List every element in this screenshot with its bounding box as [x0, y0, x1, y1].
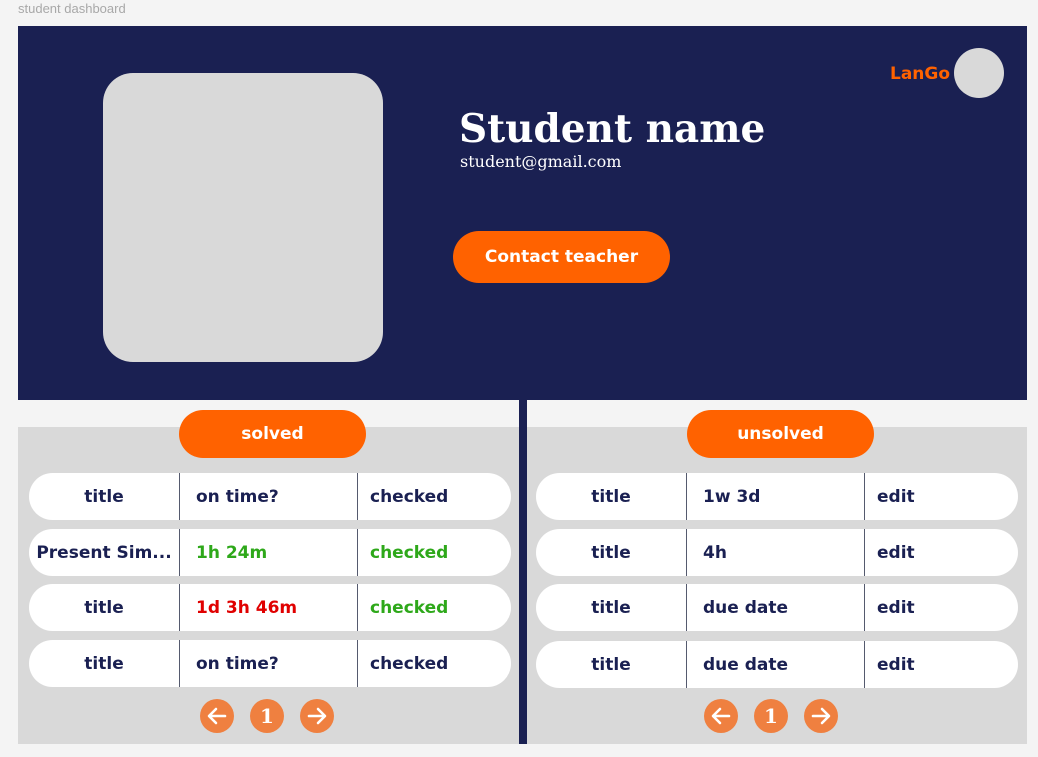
solved-row-checked: checked: [357, 584, 511, 631]
page-number: 1: [260, 704, 274, 728]
avatar[interactable]: [954, 48, 1004, 98]
tab-unsolved[interactable]: unsolved: [687, 410, 874, 458]
unsolved-row[interactable]: title 4h edit: [536, 529, 1018, 576]
solved-row-title: title: [84, 597, 124, 618]
tab-solved[interactable]: solved: [179, 410, 366, 458]
next-page-button[interactable]: [804, 699, 838, 733]
solved-pager: 1: [200, 699, 334, 733]
solved-row-checked: checked: [357, 473, 511, 520]
next-page-button[interactable]: [300, 699, 334, 733]
unsolved-pager: 1: [704, 699, 838, 733]
unsolved-row-title: title: [591, 597, 631, 618]
solved-row-status: on time?: [179, 640, 357, 687]
solved-row-status: on time?: [179, 473, 357, 520]
solved-row-checked: checked: [357, 640, 511, 687]
edit-link[interactable]: edit: [864, 473, 1018, 520]
solved-row-checked: checked: [357, 529, 511, 576]
prev-page-button[interactable]: [704, 699, 738, 733]
unsolved-row-title: title: [591, 654, 631, 675]
arrow-left-icon: [207, 707, 227, 725]
solved-row-title: title: [84, 486, 124, 507]
edit-link[interactable]: edit: [864, 584, 1018, 631]
prev-page-button[interactable]: [200, 699, 234, 733]
unsolved-row-title: title: [591, 542, 631, 563]
arrow-right-icon: [811, 707, 831, 725]
unsolved-row[interactable]: title due date edit: [536, 584, 1018, 631]
arrow-left-icon: [711, 707, 731, 725]
unsolved-row-due: 4h: [686, 529, 864, 576]
student-email: student@gmail.com: [460, 152, 622, 171]
panel-divider: [519, 400, 527, 744]
unsolved-row-title: title: [591, 486, 631, 507]
solved-row-status: 1d 3h 46m: [179, 584, 357, 631]
page-number-button[interactable]: 1: [250, 699, 284, 733]
arrow-right-icon: [307, 707, 327, 725]
edit-link[interactable]: edit: [864, 529, 1018, 576]
unsolved-row[interactable]: title due date edit: [536, 641, 1018, 688]
contact-teacher-button[interactable]: Contact teacher: [453, 231, 670, 283]
solved-row[interactable]: title on time? checked: [29, 640, 511, 687]
brand-logo[interactable]: LanGo: [890, 64, 950, 84]
unsolved-row[interactable]: title 1w 3d edit: [536, 473, 1018, 520]
solved-row[interactable]: Present Sim... 1h 24m checked: [29, 529, 511, 576]
frame-label: student dashboard: [18, 1, 126, 16]
solved-row-status: 1h 24m: [179, 529, 357, 576]
profile-header: LanGo Student name student@gmail.com Con…: [18, 26, 1027, 400]
solved-row-title: Present Sim...: [36, 542, 172, 563]
unsolved-row-due: due date: [686, 641, 864, 688]
unsolved-row-due: due date: [686, 584, 864, 631]
unsolved-row-due: 1w 3d: [686, 473, 864, 520]
page-number: 1: [764, 704, 778, 728]
page-number-button[interactable]: 1: [754, 699, 788, 733]
solved-row[interactable]: title 1d 3h 46m checked: [29, 584, 511, 631]
edit-link[interactable]: edit: [864, 641, 1018, 688]
solved-row-title: title: [84, 653, 124, 674]
solved-row[interactable]: title on time? checked: [29, 473, 511, 520]
profile-photo-placeholder: [103, 73, 383, 362]
student-name: Student name: [459, 106, 766, 152]
